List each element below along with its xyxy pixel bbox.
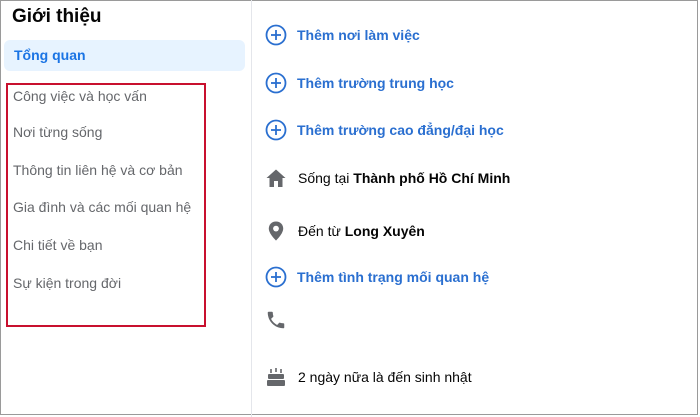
about-sidebar: Giới thiệu Tổng quan Công việc và học vấ… — [0, 0, 252, 417]
add-high-school-link[interactable]: Thêm trường trung học — [264, 71, 454, 95]
birthday-text: 2 ngày nữa là đến sinh nhật — [298, 369, 472, 385]
sidebar-item-work-education[interactable]: Công việc và học vấn — [13, 88, 147, 104]
lives-in-row: Sống tại Thành phố Hồ Chí Minh — [264, 166, 510, 190]
phone-row — [264, 308, 288, 332]
add-relationship-label: Thêm tình trạng mối quan hệ — [297, 269, 490, 285]
sidebar-item-life-events[interactable]: Sự kiện trong đời — [13, 275, 121, 291]
hometown-row: Đến từ Long Xuyên — [264, 219, 425, 243]
plus-circle-icon — [264, 118, 288, 142]
sidebar-item-contact-basic-info[interactable]: Thông tin liên hệ và cơ bản — [13, 162, 183, 178]
birthday-row: 2 ngày nữa là đến sinh nhật — [264, 365, 472, 389]
add-workplace-label: Thêm nơi làm việc — [297, 27, 420, 43]
sidebar-item-details-about-you[interactable]: Chi tiết về bạn — [13, 237, 103, 253]
lives-in-prefix: Sống tại — [298, 170, 350, 186]
sidebar-item-overview[interactable]: Tổng quan — [4, 40, 245, 71]
home-icon — [264, 166, 288, 190]
plus-circle-icon — [264, 71, 288, 95]
phone-icon — [264, 308, 288, 332]
add-relationship-link[interactable]: Thêm tình trạng mối quan hệ — [264, 265, 489, 289]
from-prefix: Đến từ — [298, 223, 341, 239]
plus-circle-icon — [264, 265, 288, 289]
location-pin-icon — [264, 219, 288, 243]
sidebar-item-places-lived[interactable]: Nơi từng sống — [13, 124, 102, 140]
page-title: Giới thiệu — [12, 6, 102, 27]
lives-in-text: Sống tại Thành phố Hồ Chí Minh — [298, 170, 510, 186]
add-college-label: Thêm trường cao đẳng/đại học — [297, 122, 504, 138]
add-high-school-label: Thêm trường trung học — [297, 75, 454, 91]
plus-circle-icon — [264, 23, 288, 47]
cake-icon — [264, 365, 288, 389]
add-workplace-link[interactable]: Thêm nơi làm việc — [264, 23, 420, 47]
hometown-text: Đến từ Long Xuyên — [298, 223, 425, 239]
add-college-link[interactable]: Thêm trường cao đẳng/đại học — [264, 118, 504, 142]
lives-in-city[interactable]: Thành phố Hồ Chí Minh — [353, 170, 510, 186]
hometown-city[interactable]: Long Xuyên — [345, 223, 425, 239]
sidebar-item-family-relationships[interactable]: Gia đình và các mối quan hệ — [13, 199, 191, 215]
